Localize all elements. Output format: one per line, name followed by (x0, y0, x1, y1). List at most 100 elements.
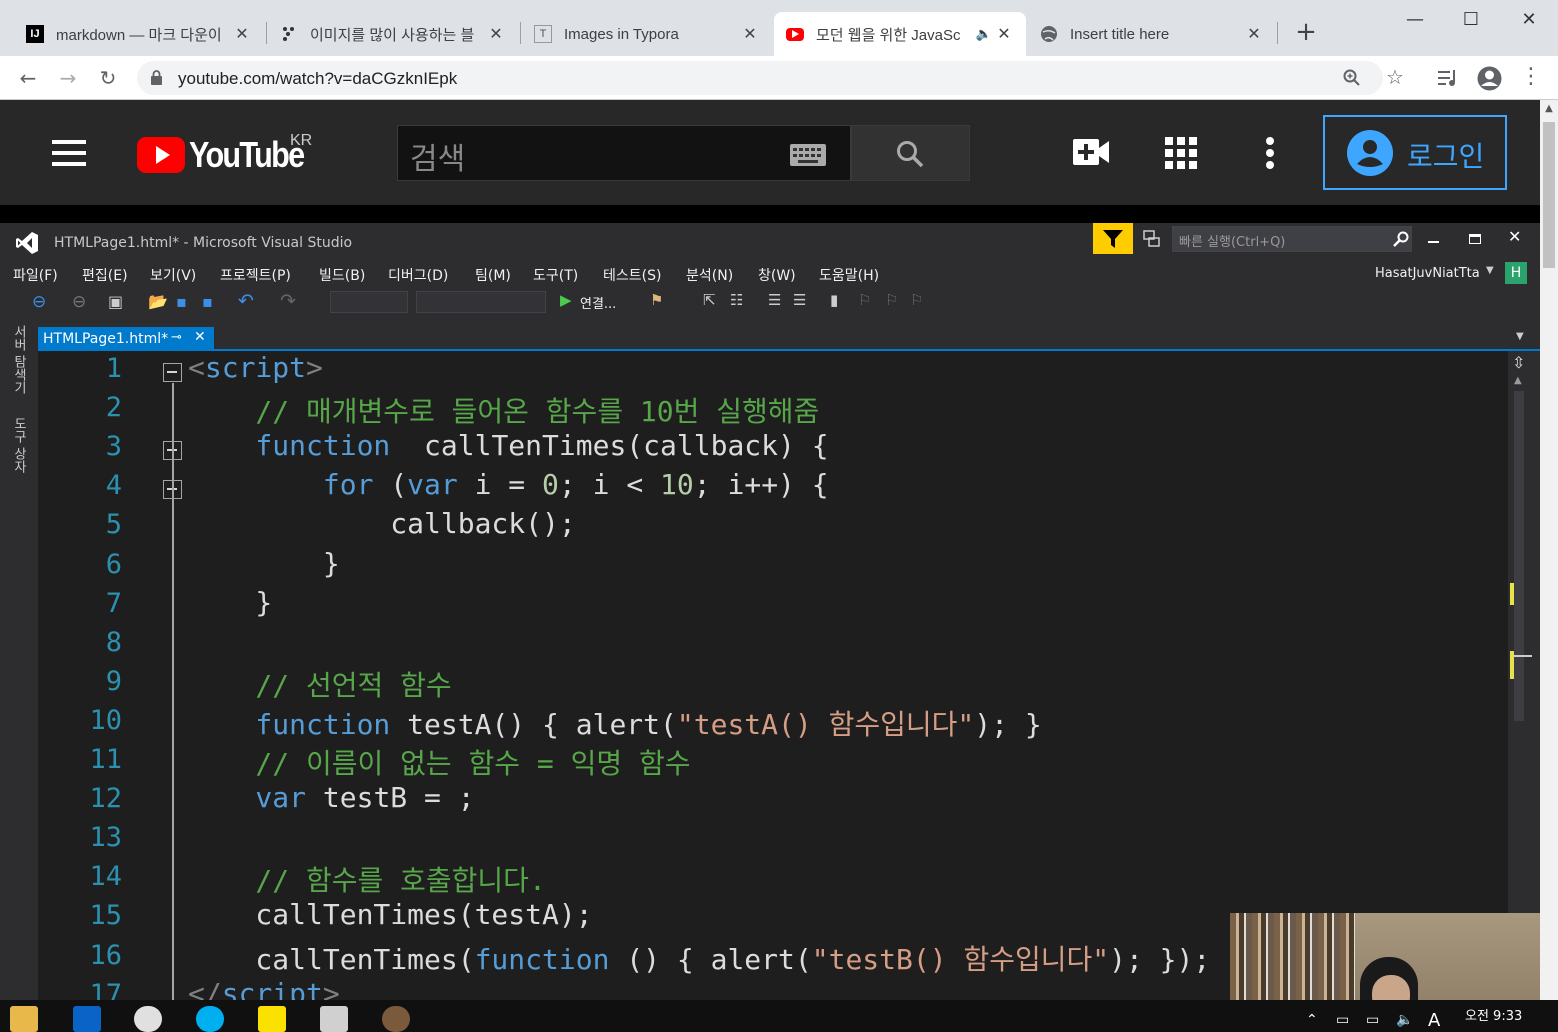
document-tab[interactable]: HTMLPage1.html* ⊸ ✕ (38, 327, 214, 351)
app-icon[interactable] (134, 1006, 162, 1032)
close-icon[interactable]: ✕ (194, 329, 206, 345)
scroll-up-arrow-icon[interactable]: ▲ (1514, 375, 1522, 386)
code-line[interactable]: } (188, 547, 340, 580)
minimize-button[interactable]: — (1386, 0, 1444, 40)
bookmark-star-icon[interactable]: ☆ (1386, 65, 1404, 89)
typora-taskbar-icon[interactable] (320, 1006, 348, 1032)
code-line[interactable]: // 매개변수로 들어온 함수를 10번 실행해줌 (188, 390, 819, 430)
close-window-button[interactable]: ✕ (1500, 0, 1558, 40)
navigate-forward-icon[interactable]: ⊖ (72, 292, 86, 312)
close-tab-icon[interactable]: ✕ (740, 24, 760, 44)
menu-team[interactable]: 팀(M) (475, 265, 511, 285)
quick-launch-input[interactable]: 빠른 실행(Ctrl+Q) (1172, 226, 1412, 252)
menu-view[interactable]: 보기(V) (150, 265, 196, 285)
run-icon[interactable]: ▶ (560, 291, 572, 309)
apps-grid-icon[interactable] (1165, 137, 1197, 169)
reload-button[interactable]: ↻ (92, 62, 124, 94)
maximize-button[interactable]: ☐ (1442, 0, 1500, 40)
forward-button[interactable]: → (52, 62, 84, 94)
code-line[interactable]: callback(); (188, 507, 575, 540)
menu-build[interactable]: 빌드(B) (319, 265, 365, 285)
vs-maximize-button[interactable] (1469, 234, 1481, 244)
save-icon[interactable]: ▪ (176, 292, 187, 311)
media-control-icon[interactable] (1438, 68, 1460, 88)
toolbox-tab[interactable]: 도구 상자 (8, 417, 28, 473)
close-tab-icon[interactable]: ✕ (994, 24, 1014, 44)
menu-debug[interactable]: 디버그(D) (388, 265, 448, 285)
menu-project[interactable]: 프로젝트(P) (220, 265, 291, 285)
pin-icon[interactable]: ⊸ (171, 330, 182, 345)
redo-icon[interactable]: ↷ (280, 290, 296, 312)
close-tab-icon[interactable]: ✕ (232, 24, 252, 44)
solution-config-dropdown[interactable] (330, 291, 408, 313)
menu-analyze[interactable]: 분석(N) (686, 265, 733, 285)
scrollbar-thumb[interactable] (1543, 122, 1555, 268)
undo-icon[interactable]: ↶ (238, 290, 254, 312)
outlook-icon[interactable] (73, 1006, 101, 1032)
menu-tools[interactable]: 도구(T) (533, 265, 578, 285)
next-bookmark-icon[interactable]: ⚐ (885, 291, 898, 309)
attach-icon[interactable]: ⚑ (650, 291, 663, 309)
step-icon[interactable]: ⇱ (703, 291, 716, 309)
vs-minimize-button[interactable] (1428, 231, 1442, 245)
battery-icon[interactable]: ▭ (1336, 1012, 1349, 1028)
close-tab-icon[interactable]: ✕ (1244, 24, 1264, 44)
open-file-icon[interactable]: 📂 (148, 292, 168, 311)
code-line[interactable]: } (188, 586, 272, 619)
code-line[interactable]: // 선언적 함수 (188, 664, 451, 704)
profile-avatar-icon[interactable] (1477, 66, 1502, 91)
menu-test[interactable]: 테스트(S) (603, 265, 661, 285)
code-line[interactable]: // 함수를 호출합니다. (188, 859, 545, 899)
keyboard-icon[interactable] (790, 144, 826, 166)
clear-bookmark-icon[interactable]: ⚐ (910, 291, 923, 309)
ime-indicator[interactable]: A (1428, 1010, 1440, 1031)
skype-icon[interactable] (196, 1006, 224, 1032)
feedback-filter-button[interactable] (1093, 223, 1133, 254)
editor-scrollbar-thumb[interactable] (1514, 391, 1524, 721)
menu-window[interactable]: 창(W) (758, 265, 796, 285)
code-line[interactable]: function testA() { alert("testA() 함수입니다"… (188, 703, 1041, 743)
back-button[interactable]: ← (12, 62, 44, 94)
zoom-icon[interactable] (1343, 69, 1361, 87)
clock[interactable]: 오전 9:33 (1465, 1005, 1522, 1024)
vs-close-button[interactable]: ✕ (1508, 227, 1521, 246)
address-bar[interactable]: youtube.com/watch?v=daCGzknIEpk ☆ (137, 61, 1404, 95)
code-line[interactable]: callTenTimes(function () { alert("testB(… (188, 938, 1210, 978)
settings-gear-icon[interactable] (382, 1006, 410, 1032)
browser-tab[interactable]: IJ markdown — 마크 다운이 ✕ (14, 12, 264, 56)
run-label[interactable]: 연결... (580, 293, 616, 312)
code-line[interactable]: // 이름이 없는 함수 = 익명 함수 (188, 742, 690, 782)
code-line[interactable]: var testB = ; (188, 781, 474, 814)
network-icon[interactable]: ▭ (1366, 1012, 1379, 1028)
split-icon[interactable]: ⇳ (1512, 353, 1525, 372)
chevron-down-icon[interactable]: ▼ (1486, 265, 1494, 276)
platform-dropdown[interactable] (416, 291, 546, 313)
close-tab-icon[interactable]: ✕ (486, 24, 506, 44)
browser-tab[interactable]: 이미지를 많이 사용하는 블 ✕ (268, 12, 518, 56)
search-button[interactable] (851, 125, 970, 181)
kakaotalk-icon[interactable] (258, 1006, 286, 1032)
outdent-icon[interactable]: ☰ (768, 291, 781, 309)
vs-user-name[interactable]: HasatJuvNiatTta (1375, 266, 1480, 281)
speaker-icon[interactable]: 🔈 (974, 26, 994, 42)
comment-icon[interactable]: ☷ (730, 291, 743, 309)
hamburger-menu-icon[interactable] (52, 140, 86, 166)
prev-bookmark-icon[interactable]: ⚐ (858, 291, 871, 309)
login-button[interactable]: 로그인 (1323, 115, 1507, 190)
code-line[interactable]: for (var i = 0; i < 10; i++) { (188, 468, 829, 501)
notification-icon[interactable] (1143, 230, 1161, 248)
page-scrollbar[interactable]: ▲ (1540, 100, 1558, 1000)
navigate-back-icon[interactable]: ⊖ (32, 292, 46, 312)
tab-overflow-chevron-icon[interactable]: ▼ (1516, 331, 1524, 342)
browser-tab-active[interactable]: 모던 웹을 위한 JavaSc 🔈 ✕ (774, 12, 1026, 56)
editor-scrollbar[interactable]: ⇳ ▲ (1508, 351, 1540, 1000)
menu-help[interactable]: 도움말(H) (819, 265, 879, 285)
more-options-icon[interactable] (1265, 137, 1275, 169)
new-tab-button[interactable]: + (1290, 18, 1322, 50)
scroll-up-arrow-icon[interactable]: ▲ (1540, 100, 1558, 118)
code-line[interactable]: function callTenTimes(callback) { (188, 429, 828, 462)
new-project-icon[interactable]: ▣ (108, 292, 123, 311)
user-avatar[interactable]: H (1505, 262, 1527, 284)
fold-collapse-icon[interactable] (163, 363, 182, 382)
create-video-icon[interactable] (1073, 139, 1109, 165)
